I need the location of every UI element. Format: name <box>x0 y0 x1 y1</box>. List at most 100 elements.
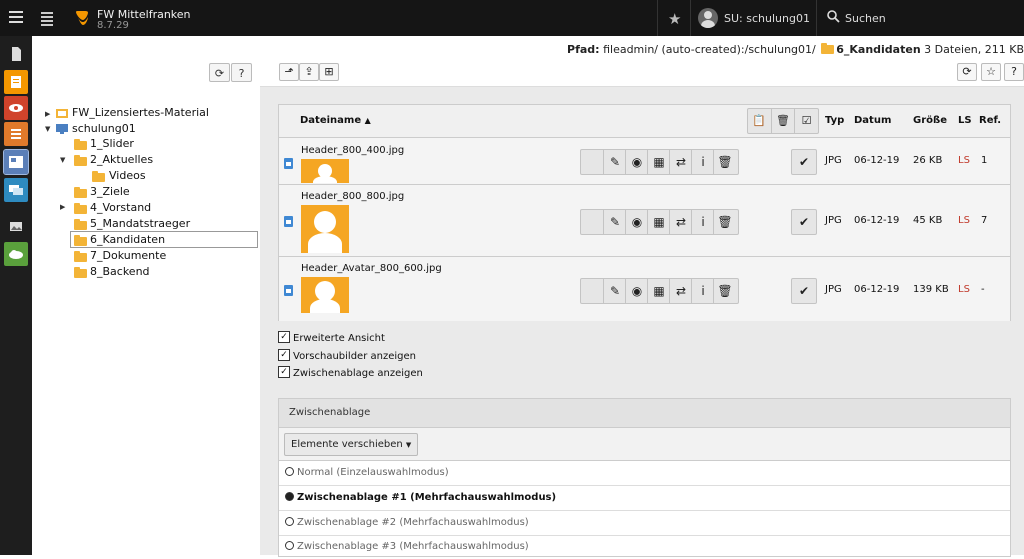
option-extended-view[interactable]: ✓ Erweiterte Ansicht <box>278 331 385 346</box>
col-header-size[interactable]: Größe <box>913 115 947 126</box>
checkbox-checked-icon[interactable]: ✓ <box>278 331 290 343</box>
refresh-tree-button[interactable]: ⟳ <box>209 63 230 82</box>
reference-count[interactable]: - <box>981 284 985 295</box>
edit-icon[interactable]: ✎ <box>603 150 626 174</box>
expand-toggle-icon[interactable]: ▶ <box>45 110 50 118</box>
delete-icon[interactable]: 🗑 <box>713 279 736 303</box>
col-header-ls[interactable]: LS <box>958 115 972 126</box>
clipboard-icon[interactable]: 📋 <box>748 109 770 133</box>
select-file-button[interactable]: ✔ <box>791 149 817 175</box>
table-row[interactable]: Header_800_800.jpg ✎ ◉ ▦ ⇄ i 🗑 ✔ JPG 06-… <box>279 184 1010 257</box>
metadata-icon[interactable]: ▦ <box>647 210 670 234</box>
edit-icon[interactable]: ✎ <box>603 279 626 303</box>
localization-status[interactable]: LS <box>958 155 970 166</box>
tree-item-3-ziele[interactable]: 3_Ziele <box>90 185 130 199</box>
image-module-icon[interactable] <box>4 214 28 238</box>
reference-count[interactable]: 1 <box>981 155 987 166</box>
radio-icon[interactable] <box>285 466 294 476</box>
bookmark-star-icon[interactable]: ★ <box>668 10 681 28</box>
view-module-icon[interactable] <box>4 96 28 120</box>
cloud-module-icon[interactable] <box>4 242 28 266</box>
reload-button[interactable]: ⟳ <box>957 63 977 81</box>
delete-selected-icon[interactable]: 🗑 <box>771 109 794 133</box>
radio-selected-icon[interactable] <box>285 491 294 501</box>
table-row[interactable]: Header_Avatar_800_600.jpg ✎ ◉ ▦ ⇄ i 🗑 ✔ … <box>279 256 1010 321</box>
col-header-filename[interactable]: Dateiname ▲ <box>300 115 371 126</box>
radio-icon[interactable] <box>285 540 294 550</box>
collapse-toggle-icon[interactable]: ▼ <box>60 156 65 164</box>
tree-item-5-mandatstraeger[interactable]: 5_Mandatstraeger <box>90 217 190 231</box>
table-row[interactable]: Header_800_400.jpg ✎ ◉ ▦ ⇄ i 🗑 ✔ JPG 06-… <box>279 137 1010 185</box>
bookmark-button[interactable]: ☆ <box>981 63 1001 81</box>
tree-item-schulung01[interactable]: schulung01 <box>72 122 136 136</box>
info-module-icon[interactable] <box>4 178 28 202</box>
info-icon[interactable]: i <box>691 279 714 303</box>
metadata-icon[interactable]: ▦ <box>647 279 670 303</box>
list-view-module-icon[interactable] <box>4 122 28 146</box>
replace-icon[interactable]: ⇄ <box>669 150 692 174</box>
tree-item-1-slider[interactable]: 1_Slider <box>90 137 134 151</box>
replace-icon[interactable]: ⇄ <box>669 279 692 303</box>
tree-item-2-aktuelles[interactable]: 2_Aktuelles <box>90 153 153 167</box>
select-all-icon[interactable]: ☑ <box>794 109 818 133</box>
option-show-thumbnails[interactable]: ✓ Vorschaubilder anzeigen <box>278 349 416 364</box>
clipboard-mode-1[interactable]: Zwischenablage #1 (Mehrfachauswahlmodus) <box>279 486 1010 511</box>
file-thumbnail[interactable] <box>301 159 349 183</box>
help-button[interactable]: ? <box>231 63 252 82</box>
clipboard-action-dropdown[interactable]: Elemente verschieben ▼ <box>284 433 419 456</box>
select-file-button[interactable]: ✔ <box>791 209 817 235</box>
view-icon[interactable]: ◉ <box>625 210 648 234</box>
file-thumbnail[interactable] <box>301 205 349 253</box>
checkbox-checked-icon[interactable]: ✓ <box>278 349 290 361</box>
select-file-button[interactable]: ✔ <box>791 278 817 304</box>
user-menu[interactable]: SU: schulung01 <box>724 12 810 25</box>
folder-icon <box>74 219 87 230</box>
clipboard-mode-2[interactable]: Zwischenablage #2 (Mehrfachauswahlmodus) <box>279 511 1010 536</box>
tree-item-8-backend[interactable]: 8_Backend <box>90 265 150 279</box>
filelist-module-icon[interactable] <box>3 149 29 175</box>
checkbox-checked-icon[interactable]: ✓ <box>278 366 290 378</box>
file-name[interactable]: Header_800_400.jpg <box>301 145 404 156</box>
tree-item-videos[interactable]: Videos <box>109 169 146 183</box>
view-icon[interactable]: ◉ <box>625 150 648 174</box>
typo3-logo-icon[interactable] <box>72 9 90 27</box>
folder-up-button[interactable]: ⬏ <box>279 63 299 81</box>
help-button[interactable]: ? <box>1004 63 1024 81</box>
option-show-clipboard[interactable]: ✓ Zwischenablage anzeigen <box>278 366 423 381</box>
info-icon[interactable]: i <box>691 150 714 174</box>
new-file-button[interactable]: ⊞ <box>319 63 339 81</box>
delete-icon[interactable]: 🗑 <box>713 210 736 234</box>
file-name[interactable]: Header_Avatar_800_600.jpg <box>301 263 442 274</box>
col-header-ref[interactable]: Ref. <box>979 115 1001 126</box>
reference-count[interactable]: 7 <box>981 215 987 226</box>
localization-status[interactable]: LS <box>958 215 970 226</box>
col-header-type[interactable]: Typ <box>825 115 844 126</box>
info-icon[interactable]: i <box>691 210 714 234</box>
edit-icon[interactable]: ✎ <box>603 210 626 234</box>
file-thumbnail[interactable] <box>301 277 349 313</box>
search-label[interactable]: Suchen <box>845 12 886 25</box>
col-header-date[interactable]: Datum <box>854 115 891 126</box>
tree-item-fw-lizensiertes-material[interactable]: FW_Lizensiertes-Material <box>72 106 209 120</box>
expand-toggle-icon[interactable]: ▶ <box>60 203 65 211</box>
clipboard-mode-normal[interactable]: Normal (Einzelauswahlmodus) <box>279 461 1010 486</box>
localization-status[interactable]: LS <box>958 284 970 295</box>
list-toggle-icon[interactable] <box>41 12 53 26</box>
view-icon[interactable]: ◉ <box>625 279 648 303</box>
metadata-icon[interactable]: ▦ <box>647 150 670 174</box>
collapse-toggle-icon[interactable]: ▼ <box>45 125 50 133</box>
tree-item-6-kandidaten[interactable]: 6_Kandidaten <box>90 233 165 247</box>
delete-icon[interactable]: 🗑 <box>713 150 736 174</box>
search-icon[interactable] <box>827 10 840 23</box>
replace-icon[interactable]: ⇄ <box>669 210 692 234</box>
page-module-icon[interactable] <box>4 42 28 66</box>
clipboard-mode-3[interactable]: Zwischenablage #3 (Mehrfachauswahlmodus) <box>279 535 1010 559</box>
list-module-icon[interactable] <box>4 70 28 94</box>
radio-icon[interactable] <box>285 516 294 526</box>
menu-toggle-icon[interactable] <box>9 11 23 26</box>
upload-button[interactable]: ⇪ <box>299 63 319 81</box>
tree-item-7-dokumente[interactable]: 7_Dokumente <box>90 249 166 263</box>
user-avatar[interactable] <box>698 8 718 28</box>
file-name[interactable]: Header_800_800.jpg <box>301 191 404 202</box>
tree-item-4-vorstand[interactable]: 4_Vorstand <box>90 201 151 215</box>
